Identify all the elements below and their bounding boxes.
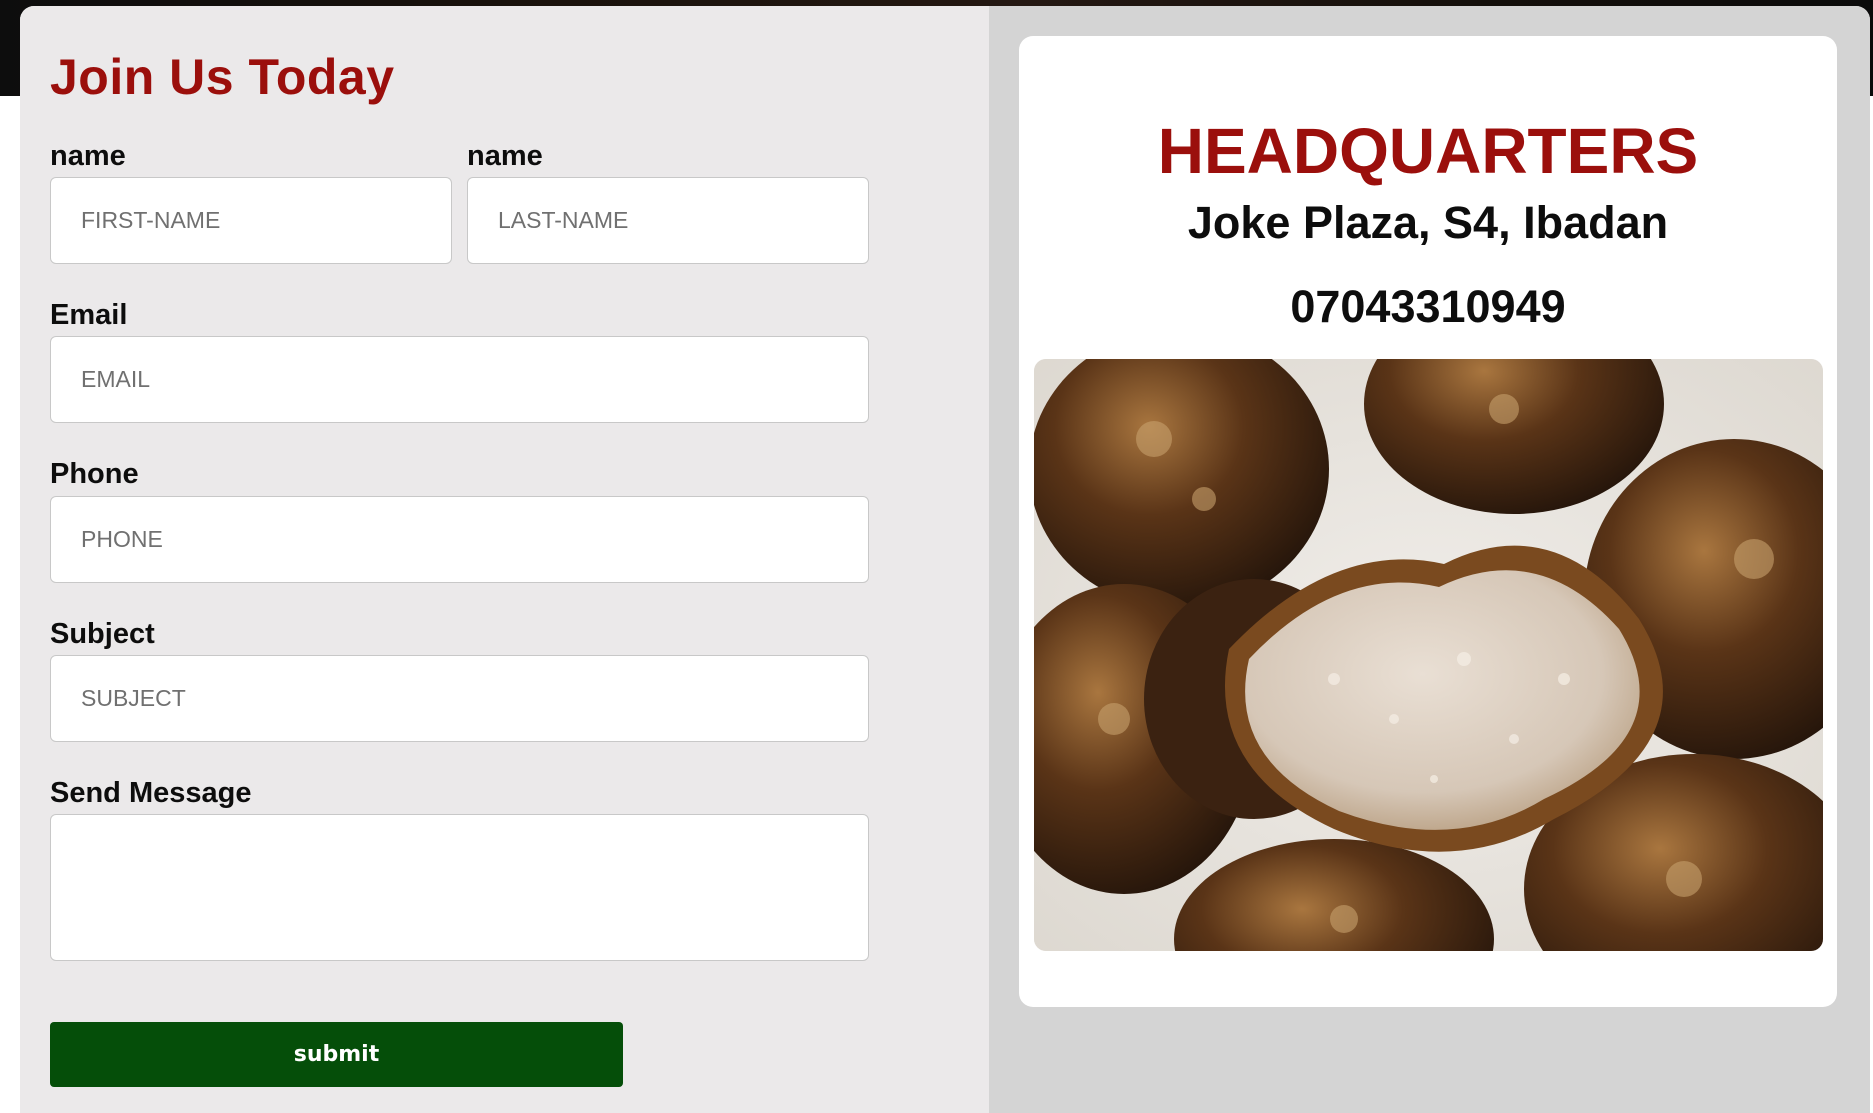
message-label: Send Message (50, 777, 252, 809)
message-textarea[interactable] (50, 814, 869, 961)
first-name-label: name (50, 140, 126, 172)
first-name-input[interactable] (50, 177, 452, 264)
subject-input[interactable] (50, 655, 869, 742)
phone-input[interactable] (50, 496, 869, 583)
subject-label: Subject (50, 618, 155, 650)
food-photo (1034, 359, 1823, 951)
submit-button[interactable]: submit (50, 1022, 623, 1087)
headquarters-panel: HEADQUARTERS Joke Plaza, S4, Ibadan 0704… (989, 6, 1870, 1113)
join-form: Join Us Today name name Email Phone Subj… (20, 6, 989, 1113)
phone-label: Phone (50, 458, 139, 490)
email-input[interactable] (50, 336, 869, 423)
headquarters-title: HEADQUARTERS (1157, 115, 1699, 187)
headquarters-phone: 07043310949 (1290, 281, 1566, 332)
last-name-input[interactable] (467, 177, 869, 264)
contact-card: Join Us Today name name Email Phone Subj… (20, 6, 1870, 1113)
form-title: Join Us Today (50, 49, 395, 105)
last-name-label: name (467, 140, 543, 172)
headquarters-address: Joke Plaza, S4, Ibadan (1187, 197, 1669, 248)
fried-balls-illustration (1034, 359, 1823, 951)
email-label: Email (50, 299, 128, 331)
headquarters-card: HEADQUARTERS Joke Plaza, S4, Ibadan 0704… (1019, 36, 1837, 1007)
